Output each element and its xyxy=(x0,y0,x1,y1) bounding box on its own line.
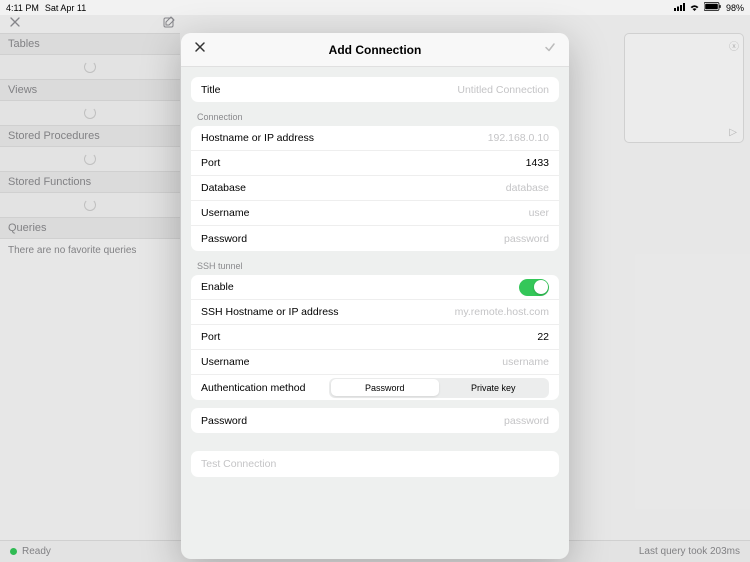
hostname-input[interactable] xyxy=(389,132,549,144)
database-row[interactable]: Database xyxy=(191,176,559,201)
connection-section-label: Connection xyxy=(191,110,559,126)
ssh-port-row[interactable]: Port 22 xyxy=(191,325,559,350)
ssh-username-input[interactable] xyxy=(389,356,549,368)
title-input[interactable] xyxy=(389,84,549,96)
ssh-port-value[interactable]: 22 xyxy=(537,331,549,343)
hostname-row[interactable]: Hostname or IP address xyxy=(191,126,559,151)
modal-close-button[interactable] xyxy=(193,40,207,59)
password-row[interactable]: Password xyxy=(191,226,559,251)
title-row[interactable]: Title xyxy=(191,77,559,102)
port-row[interactable]: Port 1433 xyxy=(191,151,559,176)
ssh-enable-label: Enable xyxy=(201,281,234,293)
auth-method-label: Authentication method xyxy=(201,382,306,394)
ssh-section-label: SSH tunnel xyxy=(191,259,559,275)
auth-method-row: Authentication method Password Private k… xyxy=(191,375,559,400)
ssh-enable-toggle[interactable] xyxy=(519,279,549,296)
battery-icon xyxy=(704,2,722,13)
auth-seg-password[interactable]: Password xyxy=(331,379,440,396)
modal-header: Add Connection xyxy=(181,33,569,67)
status-date: Sat Apr 11 xyxy=(45,3,86,13)
password-input[interactable] xyxy=(389,233,549,245)
ssh-host-label: SSH Hostname or IP address xyxy=(201,306,339,318)
signal-icon xyxy=(674,3,685,13)
database-input[interactable] xyxy=(389,182,549,194)
ssh-password-label: Password xyxy=(201,415,247,427)
modal-title: Add Connection xyxy=(329,43,422,57)
test-connection-button[interactable]: Test Connection xyxy=(191,451,559,477)
modal-confirm-button[interactable] xyxy=(543,40,557,59)
status-bar: 4:11 PM Sat Apr 11 98% xyxy=(0,0,750,15)
ssh-host-row[interactable]: SSH Hostname or IP address xyxy=(191,300,559,325)
add-connection-modal: Add Connection Title Connection Hostname… xyxy=(181,33,569,559)
database-label: Database xyxy=(201,182,246,194)
port-value[interactable]: 1433 xyxy=(526,157,549,169)
test-connection-label: Test Connection xyxy=(201,458,276,470)
ssh-username-label: Username xyxy=(201,356,249,368)
modal-overlay: Add Connection Title Connection Hostname… xyxy=(0,15,750,562)
status-time: 4:11 PM xyxy=(6,3,39,13)
username-input[interactable] xyxy=(389,207,549,219)
wifi-icon xyxy=(689,3,700,13)
ssh-username-row[interactable]: Username xyxy=(191,350,559,375)
ssh-password-input[interactable] xyxy=(389,415,549,427)
title-label: Title xyxy=(201,84,220,96)
auth-seg-privatekey[interactable]: Private key xyxy=(439,379,548,396)
ssh-host-input[interactable] xyxy=(389,306,549,318)
username-label: Username xyxy=(201,207,249,219)
ssh-enable-row[interactable]: Enable xyxy=(191,275,559,300)
port-label: Port xyxy=(201,157,220,169)
hostname-label: Hostname or IP address xyxy=(201,132,314,144)
auth-method-segmented[interactable]: Password Private key xyxy=(329,378,549,398)
password-label: Password xyxy=(201,233,247,245)
ssh-port-label: Port xyxy=(201,331,220,343)
username-row[interactable]: Username xyxy=(191,201,559,226)
ssh-password-row[interactable]: Password xyxy=(191,408,559,433)
battery-percent: 98% xyxy=(726,3,744,13)
